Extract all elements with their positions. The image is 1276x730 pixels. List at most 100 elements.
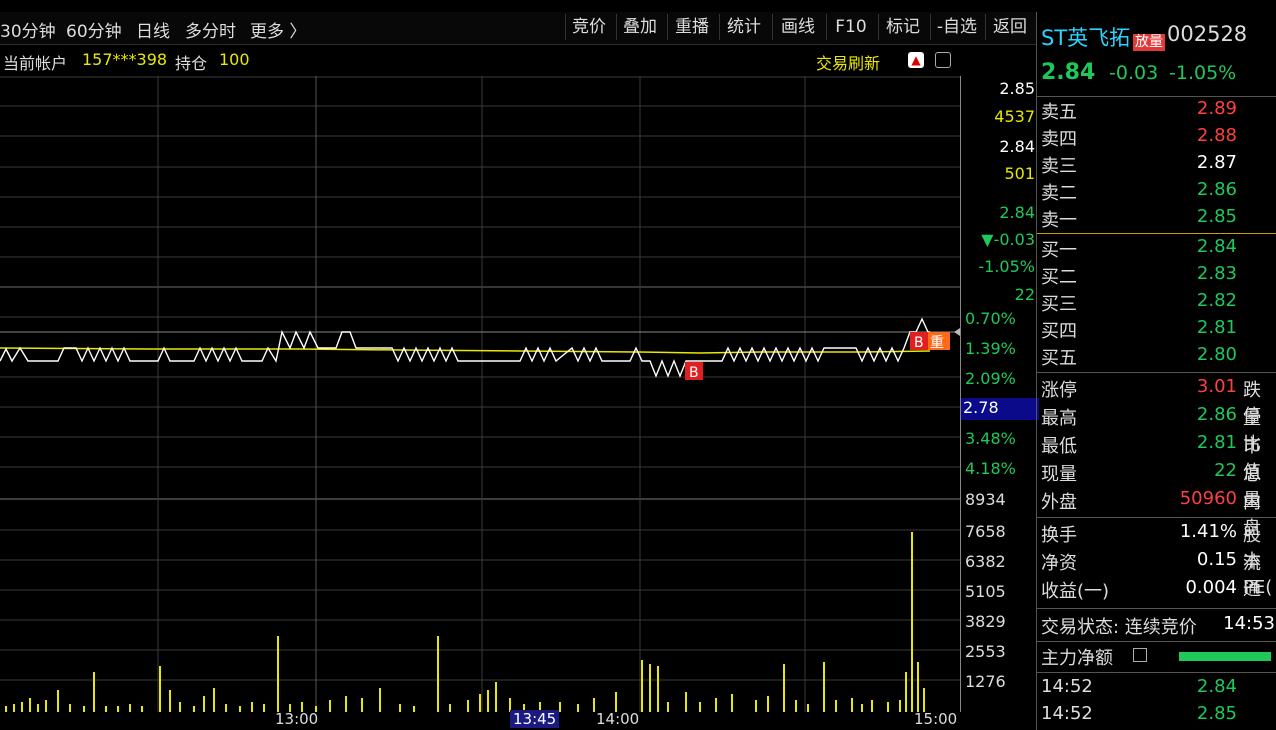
scale-pct-2: 1.39% xyxy=(965,339,1016,358)
bid-row[interactable]: 买一 2.84 xyxy=(1037,236,1276,263)
stat-label: 换手 xyxy=(1041,525,1077,546)
ask-label: 卖五 xyxy=(1041,102,1077,123)
ask-row[interactable]: 卖二 2.86 xyxy=(1037,179,1276,206)
vol-tick: 7658 xyxy=(965,522,1006,541)
volume-bars xyxy=(5,532,925,712)
ask-label: 卖三 xyxy=(1041,156,1077,177)
stat-row: 换手 1.41% 股本 xyxy=(1037,521,1276,572)
stat-value: 22 xyxy=(1214,460,1237,481)
app-window: 30分钟 60分钟 日线 多分时 更多 〉 竞价 叠加 重播 统计 画线 F10… xyxy=(0,0,1276,730)
time-label: 14:00 xyxy=(596,710,640,728)
period-daily[interactable]: 日线 xyxy=(136,17,170,42)
time-axis: 13:00 13:45 14:00 15:00 xyxy=(0,710,960,730)
ask-row[interactable]: 卖三 2.87 xyxy=(1037,152,1276,179)
tick-price: 2.84 xyxy=(1196,676,1237,697)
trade-refresh-link[interactable]: 交易刷新 xyxy=(816,50,880,74)
net-flow-bar xyxy=(1179,652,1271,661)
time-label: 15:00 xyxy=(914,710,958,728)
list-icon[interactable] xyxy=(1133,648,1147,662)
expand-icon[interactable]: ▲ xyxy=(908,52,924,68)
scale-change: ▼-0.03 xyxy=(981,230,1035,249)
stat-value: 0.004 xyxy=(1185,577,1237,598)
buy-marker-label: B xyxy=(914,335,924,351)
period-multi[interactable]: 多分时 xyxy=(185,17,236,42)
chart-svg: B B 重 xyxy=(0,76,960,712)
replay-button[interactable]: 重播 xyxy=(667,14,716,40)
stock-name: ST英飞拓 xyxy=(1041,26,1131,50)
f10-button[interactable]: F10 xyxy=(826,14,875,40)
stat-row: 现量 22 总量 xyxy=(1037,460,1276,511)
net-flow-row[interactable]: 主力净额 xyxy=(1037,644,1276,671)
time-cursor-label: 13:45 xyxy=(510,710,560,728)
ask-row[interactable]: 卖一 2.85 xyxy=(1037,206,1276,233)
scale-pct-4: 3.48% xyxy=(965,429,1016,448)
ask-price: 2.85 xyxy=(1196,206,1237,227)
net-flow-label: 主力净额 xyxy=(1041,648,1113,669)
tick-row: 14:52 2.84 xyxy=(1037,676,1276,703)
stat-label: 外盘 xyxy=(1041,492,1077,513)
ask-label: 卖一 xyxy=(1041,210,1077,231)
intraday-chart[interactable]: B B 重 xyxy=(0,76,960,712)
period-more[interactable]: 更多 〉 xyxy=(250,17,306,42)
account-label: 当前帐户 xyxy=(3,54,68,73)
ask-row[interactable]: 卖四 2.88 xyxy=(1037,125,1276,152)
account-bar: 当前帐户 157***398 持仓 100 交易刷新 ▲ xyxy=(0,46,960,74)
stat-value: 2.81 xyxy=(1196,432,1237,453)
draw-button[interactable]: 画线 xyxy=(772,14,823,40)
ask-row[interactable]: 卖五 2.89 xyxy=(1037,98,1276,125)
bid-price: 2.81 xyxy=(1196,317,1237,338)
vol-tick: 6382 xyxy=(965,552,1006,571)
ask-label: 卖四 xyxy=(1041,129,1077,150)
auction-button[interactable]: 竞价 xyxy=(565,14,612,40)
scale-pct-1: 0.70% xyxy=(965,309,1016,328)
overlay-button[interactable]: 叠加 xyxy=(616,14,663,40)
stat-row: 外盘 50960 内盘 xyxy=(1037,488,1276,539)
volume-badge: 放量 xyxy=(1133,34,1165,51)
tick-time: 14:52 xyxy=(1041,703,1093,724)
top-toolbar: 30分钟 60分钟 日线 多分时 更多 〉 竞价 叠加 重播 统计 画线 F10… xyxy=(0,12,1036,45)
time-label: 13:00 xyxy=(275,710,319,728)
stat-row: 最低 2.81 市值 xyxy=(1037,432,1276,483)
tick-row: 14:52 2.85 xyxy=(1037,703,1276,730)
bid-row[interactable]: 买三 2.82 xyxy=(1037,290,1276,317)
stat-value: 3.01 xyxy=(1196,376,1237,397)
tick-time: 14:52 xyxy=(1041,676,1093,697)
mark-button[interactable]: 标记 xyxy=(878,14,927,40)
stat-row: 最高 2.86 量比 xyxy=(1037,404,1276,455)
scale-mid-price: 2.84 xyxy=(999,137,1035,156)
last-price: 2.84 xyxy=(1041,60,1096,85)
ask-price: 2.88 xyxy=(1196,125,1237,146)
divider xyxy=(1037,517,1276,518)
tick-price: 2.85 xyxy=(1196,703,1237,724)
bid-row[interactable]: 买五 2.80 xyxy=(1037,344,1276,371)
stats-button[interactable]: 统计 xyxy=(719,14,768,40)
price-change: -0.03 xyxy=(1109,62,1159,84)
ask-price: 2.86 xyxy=(1196,179,1237,200)
stat-label: 净资 xyxy=(1041,553,1077,574)
back-button[interactable]: 返回 xyxy=(985,14,1034,40)
stat-value: 1.41% xyxy=(1179,521,1237,542)
trade-status: 交易状态: 连续竞价 xyxy=(1041,617,1197,638)
stock-code: 002528 xyxy=(1167,22,1248,46)
scale-vol-a: 4537 xyxy=(994,107,1035,126)
bid-label: 买五 xyxy=(1041,348,1077,369)
stat-value: 50960 xyxy=(1179,488,1237,509)
stat-row: 收益(一) 0.004 PE( xyxy=(1037,577,1276,604)
bid-row[interactable]: 买二 2.83 xyxy=(1037,263,1276,290)
stat-row: 净资 0.15 流通 xyxy=(1037,549,1276,600)
scale-low-price: 2.78 xyxy=(961,398,1039,420)
stat-label-2: PE( xyxy=(1243,577,1273,598)
divider xyxy=(1037,641,1276,642)
bid-price: 2.82 xyxy=(1196,290,1237,311)
bid-row[interactable]: 买四 2.81 xyxy=(1037,317,1276,344)
bid-label: 买三 xyxy=(1041,294,1077,315)
stat-label: 最高 xyxy=(1041,408,1077,429)
bid-label: 买四 xyxy=(1041,321,1077,342)
stat-label: 最低 xyxy=(1041,436,1077,457)
remove-watchlist-button[interactable]: -自选 xyxy=(930,14,983,40)
scale-vol-b: 501 xyxy=(1004,164,1035,183)
period-60min[interactable]: 60分钟 xyxy=(66,17,122,42)
panel-toggle-icon[interactable] xyxy=(935,52,951,68)
heavy-volume-marker-label: 重 xyxy=(930,335,944,351)
period-30min[interactable]: 30分钟 xyxy=(0,17,56,42)
